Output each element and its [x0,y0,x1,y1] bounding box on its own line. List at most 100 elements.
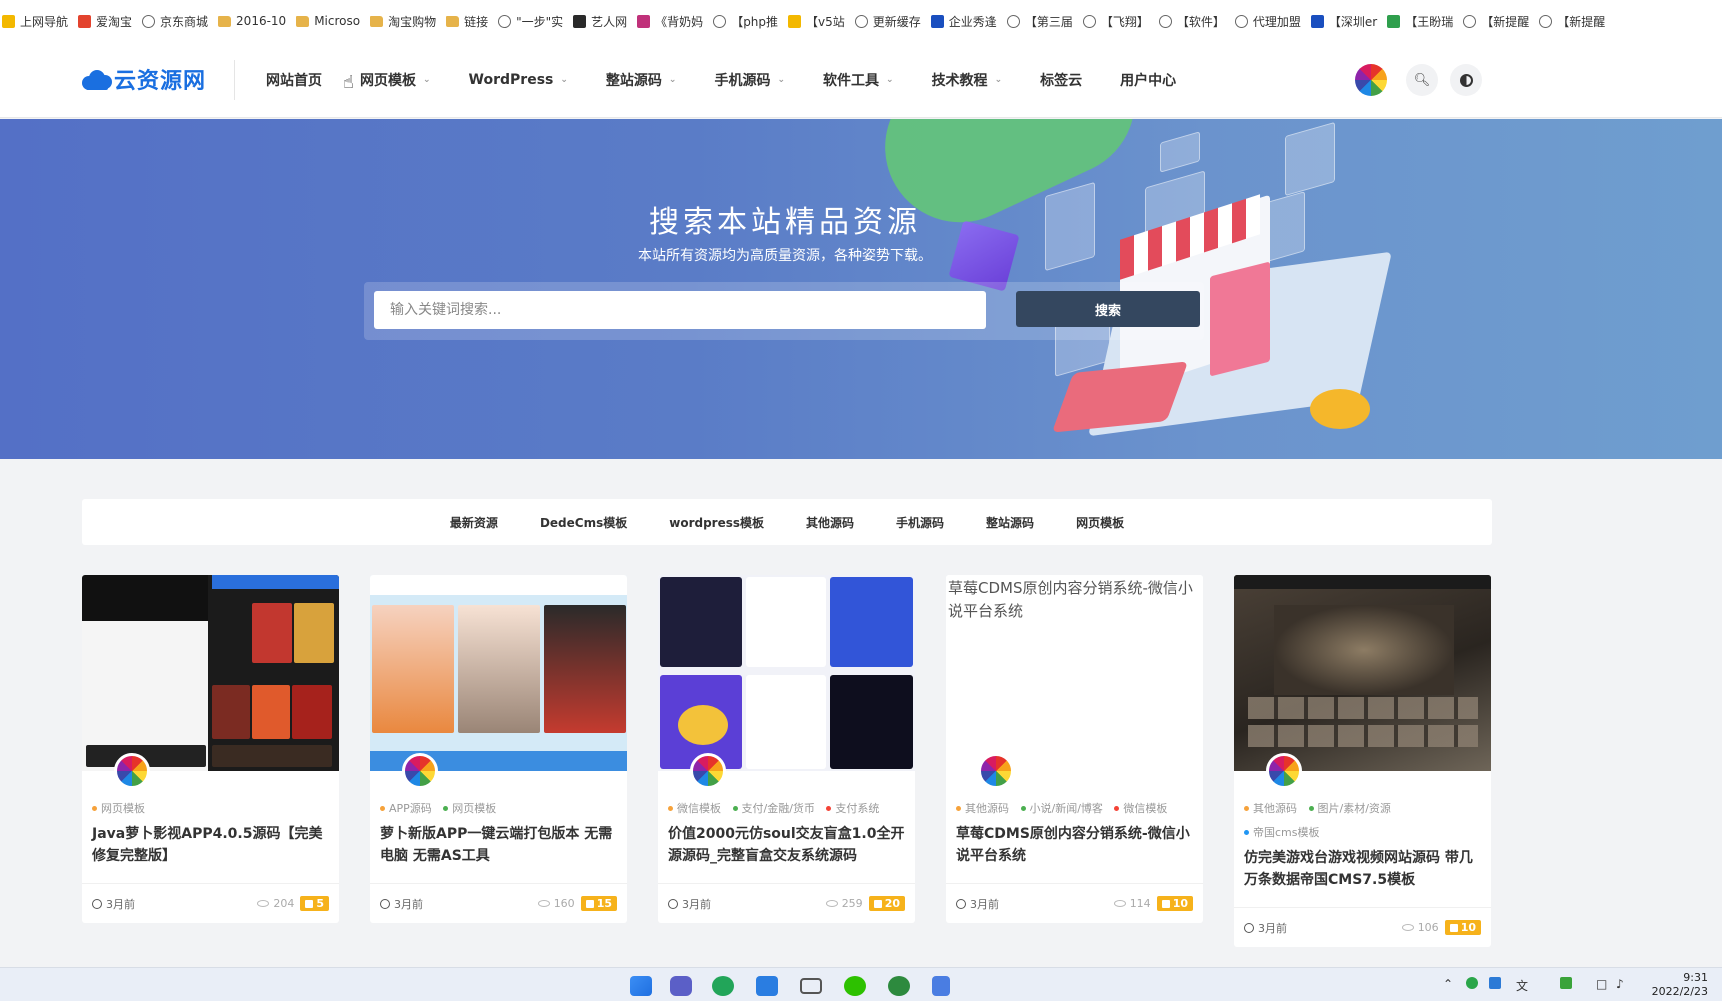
theme-toggle-button[interactable] [1450,64,1482,96]
category-tab[interactable]: DedeCms模板 [540,514,627,531]
nav-item[interactable]: 网站首页 [266,70,322,90]
bookmark-item[interactable]: 爱淘宝 [78,13,132,30]
user-avatar[interactable] [1355,64,1387,96]
card-title[interactable]: 萝卜新版APP一键云端打包版本 无需电脑 无需AS工具 [370,821,627,871]
card-footer: 3月前 114 10 [946,883,1203,923]
comment-count-badge[interactable]: 20 [868,896,905,911]
globe-icon [713,14,727,28]
monitor-icon[interactable] [800,978,822,994]
nav-item[interactable]: 标签云 [1040,70,1082,90]
category-tab[interactable]: 整站源码 [986,514,1034,531]
category-tag[interactable]: 其他源码 [1244,802,1297,815]
resource-card[interactable]: 其他源码 图片/素材/资源 帝国cms模板 仿完美游戏台游戏视频网站源码 带几万… [1234,575,1491,947]
card-title[interactable]: 草莓CDMS原创内容分销系统-微信小说平台系统 [946,821,1203,871]
nav-item[interactable]: 技术教程 ⌄ [932,70,1003,90]
bookmark-item[interactable]: 上网导航 [2,13,68,30]
category-tag[interactable]: APP源码 [380,802,432,815]
search-button[interactable]: 搜索 [1016,291,1200,327]
bookmark-item[interactable]: 【php推 [713,13,778,30]
card-thumbnail[interactable] [82,575,339,771]
category-tag[interactable]: 小说/新闻/博客 [1020,802,1103,815]
bookmark-item[interactable]: Microso [296,14,360,28]
card-title[interactable]: 仿完美游戏台游戏视频网站源码 带几万条数据帝国CMS7.5模板 [1234,845,1491,895]
bookmark-item[interactable]: 链接 [446,13,488,30]
category-tag[interactable]: 其他源码 [956,802,1009,815]
bookmark-item[interactable]: 【第三届 [1006,13,1073,30]
bookmark-item[interactable]: 京东商城 [142,13,208,30]
category-tag[interactable]: 帝国cms模板 [1244,826,1320,839]
resource-card[interactable]: 草莓CDMS原创内容分销系统-微信小说平台系统 其他源码 小说/新闻/博客 微信模… [946,575,1203,923]
comment-count-badge[interactable]: 10 [1156,896,1193,911]
resource-card[interactable]: 微信模板 支付/金融/货币 支付系统 价值2000元仿soul交友盲盒1.0全开… [658,575,915,923]
network-icon[interactable]: □ [1596,977,1607,991]
bookmark-item[interactable]: 企业秀逢 [930,13,997,30]
site-logo[interactable]: 云资源网 [82,62,206,96]
category-tab[interactable]: 手机源码 [896,514,944,531]
windows-start-icon[interactable] [630,976,652,996]
system-clock[interactable]: 9:31 2022/2/23 [1646,971,1708,999]
comment-count-badge[interactable]: 10 [1444,920,1481,935]
card-title[interactable]: 价值2000元仿soul交友盲盒1.0全开源源码_完整盲盒交友系统源码 [658,821,915,871]
category-tag[interactable]: 支付/金融/货币 [732,802,815,815]
tray-app2-icon[interactable] [1489,977,1501,989]
bookmark-item[interactable]: 艺人网 [573,13,627,30]
bookmark-item[interactable]: 更新缓存 [854,13,921,30]
card-thumbnail[interactable] [1234,575,1491,771]
card-title[interactable]: Java萝卜影视APP4.0.5源码【完美修复完整版】 [82,821,339,871]
category-tag[interactable]: 微信模板 [1114,802,1167,815]
bookmark-item[interactable]: 2016-10 [218,14,286,28]
search-input[interactable] [374,291,986,329]
comment-count-badge[interactable]: 5 [300,896,329,911]
category-tag[interactable]: 微信模板 [668,802,721,815]
category-tab[interactable]: 最新资源 [450,514,498,531]
app-u-icon[interactable] [756,976,778,996]
nav-item[interactable]: WordPress ⌄ [469,72,568,88]
nav-item[interactable]: 网页模板 ⌄ [360,70,431,90]
bookmark-item[interactable]: 【深圳er [1310,13,1377,30]
category-tag[interactable]: 图片/素材/资源 [1308,802,1391,815]
volume-icon[interactable]: ♪ [1616,977,1624,991]
bookmark-item[interactable]: 【软件】 [1158,13,1225,30]
card-thumbnail[interactable]: 草莓CDMS原创内容分销系统-微信小说平台系统 [946,575,1203,771]
input-method-icon[interactable]: 文 [1516,977,1528,994]
category-tab[interactable]: 网页模板 [1076,514,1124,531]
resource-card[interactable]: 网页模板 Java萝卜影视APP4.0.5源码【完美修复完整版】 3月前 204 5 [82,575,339,923]
nav-item[interactable]: 软件工具 ⌄ [823,70,894,90]
category-tag[interactable]: 网页模板 [92,802,145,815]
app-green-icon[interactable] [888,976,910,996]
resource-card[interactable]: APP源码 网页模板 萝卜新版APP一键云端打包版本 无需电脑 无需AS工具 3月… [370,575,627,923]
nav-item[interactable]: 整站源码 ⌄ [606,70,677,90]
bookmark-item[interactable]: 《背奶妈 [637,13,703,30]
bookmark-item[interactable]: 【飞翔】 [1082,13,1149,30]
bookmark-item[interactable]: 【v5站 [788,13,845,30]
search-toggle-button[interactable]: 🔍︎ [1406,64,1438,96]
category-tab[interactable]: wordpress模板 [669,514,764,531]
tray-app3-icon[interactable] [1560,977,1572,989]
bookmark-item[interactable]: 【新提醒 [1539,13,1605,30]
tray-chevron-icon[interactable]: ⌃ [1443,977,1453,991]
author-avatar[interactable] [114,753,150,789]
category-tag[interactable]: 网页模板 [443,802,496,815]
nav-item[interactable]: 用户中心 [1120,70,1176,90]
notepad-icon[interactable] [932,976,950,996]
card-thumbnail[interactable] [658,575,915,771]
teams-icon[interactable] [670,976,692,996]
tray-app-icon[interactable] [1466,977,1478,989]
card-thumbnail[interactable] [370,575,627,771]
bookmark-item[interactable]: 【新提醒 [1463,13,1529,30]
comment-count-badge[interactable]: 15 [580,896,617,911]
bookmark-item[interactable]: 代理加盟 [1234,13,1301,30]
wechat-icon[interactable] [844,976,866,996]
nav-item[interactable]: 手机源码 ⌄ [714,70,785,90]
bookmark-item[interactable]: 淘宝购物 [370,13,436,30]
browser-icon[interactable] [712,976,734,996]
category-tab[interactable]: 其他源码 [806,514,854,531]
chevron-down-icon: ⌄ [668,75,677,85]
category-tag[interactable]: 支付系统 [826,802,879,815]
author-avatar[interactable] [690,753,726,789]
author-avatar[interactable] [978,753,1014,789]
bookmark-item[interactable]: "一步"实 [498,13,563,30]
bookmark-item[interactable]: 【王盼瑞 [1387,13,1453,30]
author-avatar[interactable] [1266,753,1302,789]
author-avatar[interactable] [402,753,438,789]
